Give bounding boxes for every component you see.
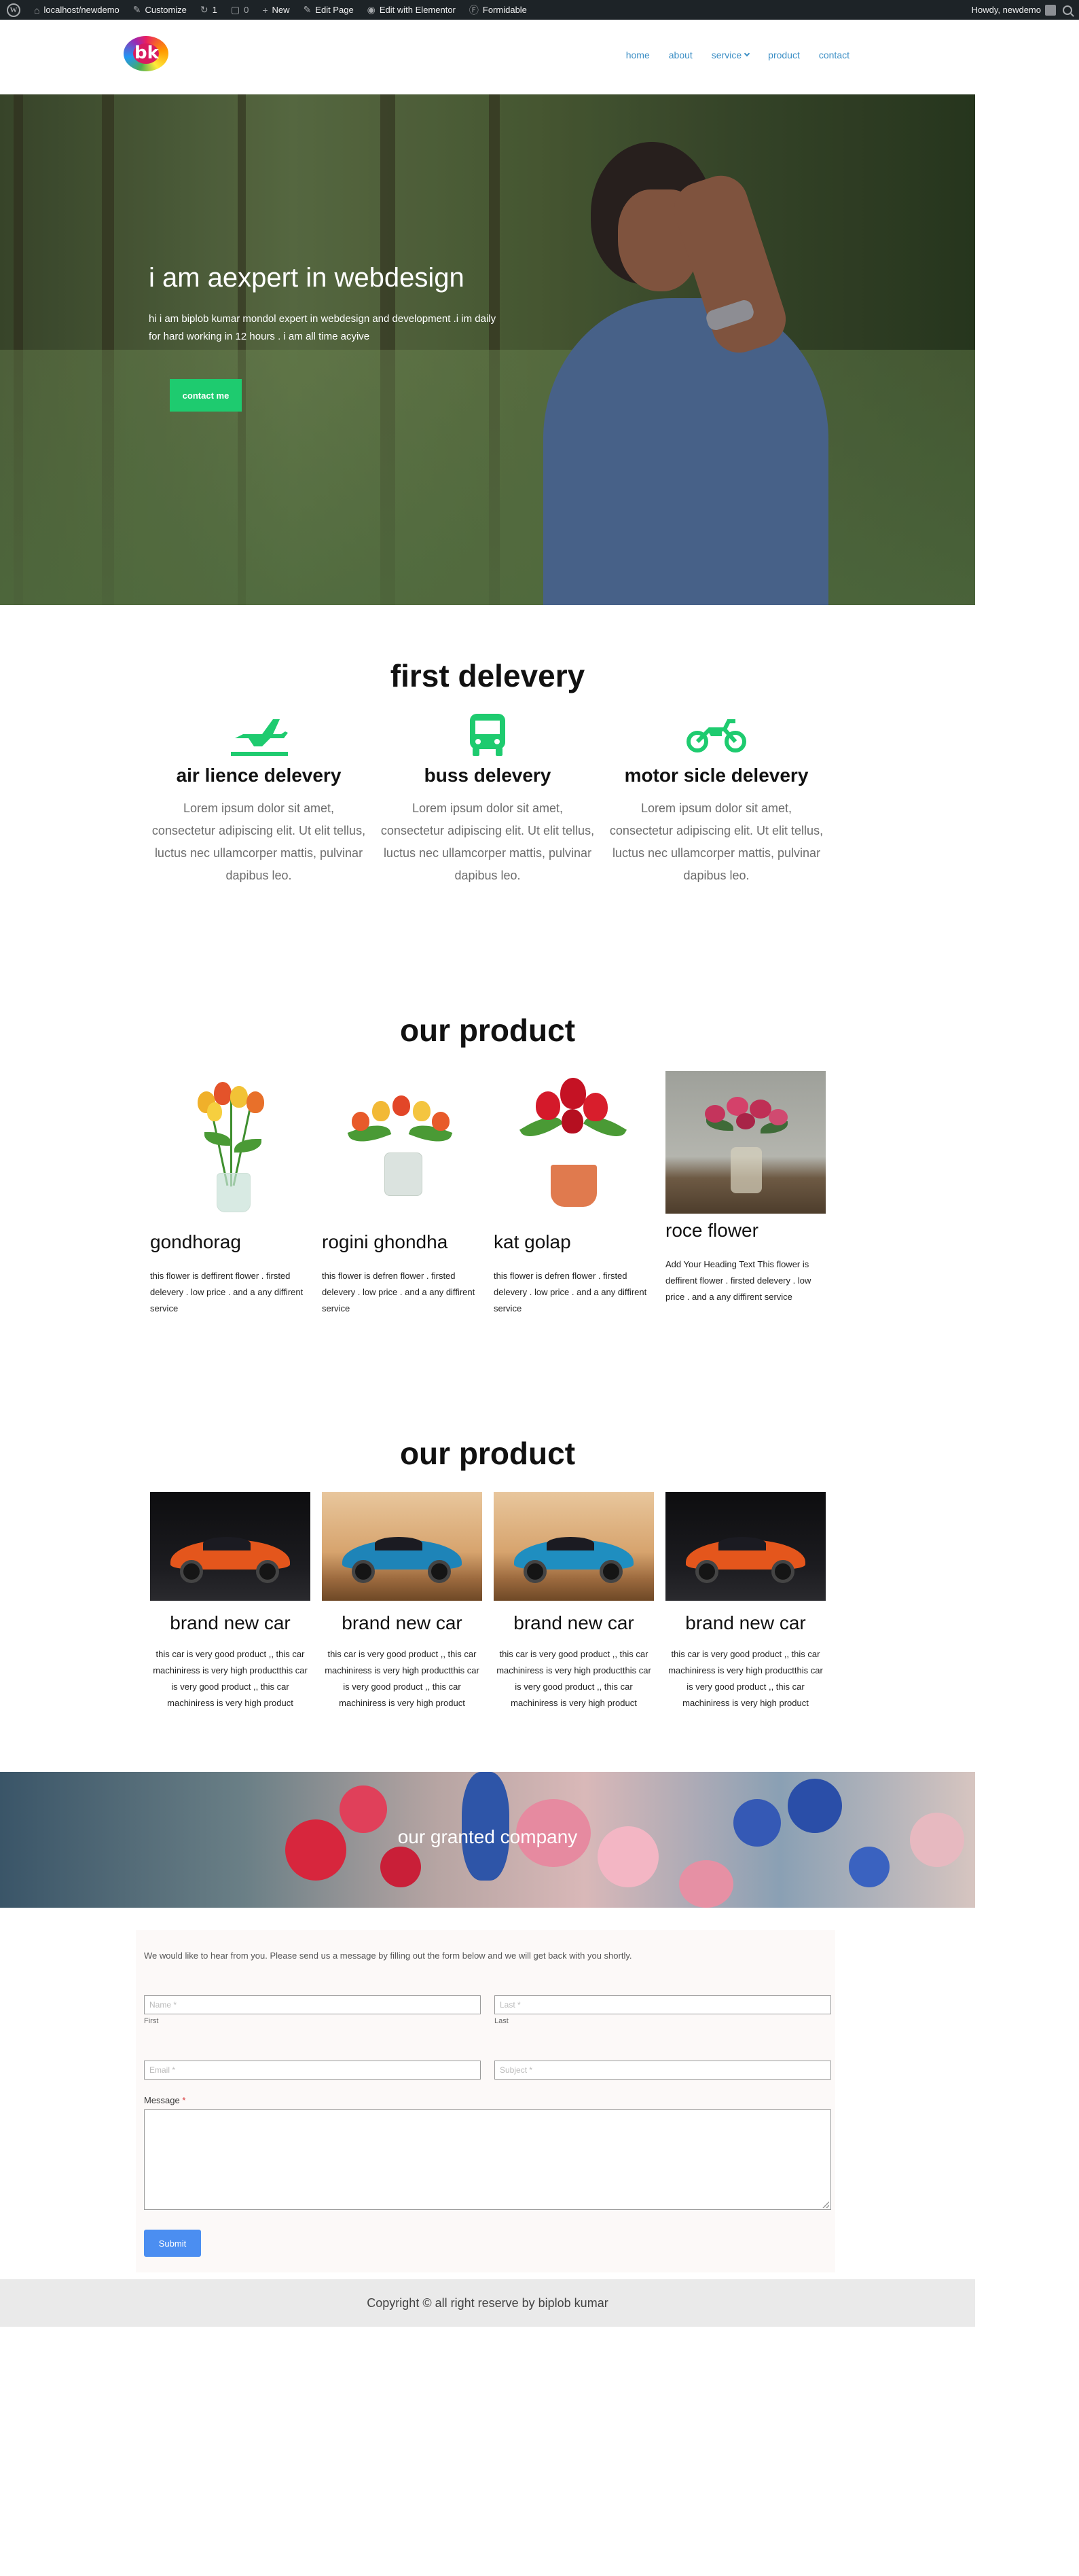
comment-icon: ▢ [230, 4, 240, 15]
nav-product[interactable]: product [768, 50, 800, 60]
nav-contact[interactable]: contact [819, 50, 849, 60]
car-image [494, 1492, 654, 1601]
formidable-link[interactable]: Ⓕ Formidable [462, 0, 534, 20]
last-name-field[interactable]: Last * [494, 1995, 831, 2014]
product-name: rogini ghondha [322, 1231, 448, 1252]
product-image [494, 1071, 654, 1214]
car-desc: this car is very good product ,, this ca… [668, 1649, 823, 1708]
nav-service[interactable]: service [712, 50, 750, 60]
main-nav: home about service product contact [626, 50, 849, 60]
resize-handle-icon[interactable] [822, 2201, 829, 2208]
delivery-card-title: buss delevery [424, 765, 551, 786]
hero-title: i am aexpert in webdesign [149, 263, 464, 293]
wordpress-logo-icon: W [7, 3, 20, 17]
logo-text: bk [134, 43, 159, 63]
email-field[interactable]: Email * [144, 2061, 481, 2080]
product-name: roce flower [665, 1220, 758, 1241]
banner-title: our granted company [397, 1826, 578, 1847]
required-mark: * [182, 2095, 186, 2105]
contact-me-button[interactable]: contact me [170, 379, 242, 412]
car-desc: this car is very good product ,, this ca… [153, 1649, 308, 1708]
car-title: brand new car [513, 1612, 634, 1633]
updates-link[interactable]: ↻ 1 [194, 0, 224, 20]
comments-link[interactable]: ▢ 0 [224, 0, 255, 20]
delivery-card: air lience delevery Lorem ipsum dolor si… [150, 712, 367, 887]
delivery-title: first delevery [390, 658, 585, 693]
home-icon: ⌂ [34, 4, 40, 16]
motorcycle-icon [608, 712, 825, 758]
elementor-icon: ◉ [367, 4, 376, 15]
brush-icon: ✎ [132, 4, 141, 15]
car-title: brand new car [685, 1612, 806, 1633]
edit-elementor-link[interactable]: ◉ Edit with Elementor [361, 0, 462, 20]
product-desc: this flower is deffirent flower . firste… [150, 1271, 304, 1313]
bus-icon [379, 712, 596, 758]
customize-link[interactable]: ✎ Customize [126, 0, 194, 20]
delivery-card-text: Lorem ipsum dolor sit amet, consectetur … [609, 801, 824, 882]
hero-text: hi i am biplob kumar mondol expert in we… [149, 313, 496, 342]
delivery-card-title: motor sicle delevery [624, 765, 809, 786]
car-image [150, 1492, 310, 1601]
formidable-icon: Ⓕ [469, 4, 479, 16]
nav-about[interactable]: about [669, 50, 693, 60]
delivery-card: motor sicle delevery Lorem ipsum dolor s… [608, 712, 825, 887]
first-name-field[interactable]: Name * [144, 1995, 481, 2014]
submit-button[interactable]: Submit [144, 2230, 201, 2257]
copyright-text: Copyright © all right reserve by biplob … [367, 2296, 608, 2310]
plane-icon [150, 712, 367, 758]
product-desc: this flower is defren flower . firsted d… [322, 1271, 475, 1313]
hero-section: i am aexpert in webdesign hi i am biplob… [0, 94, 975, 605]
message-textarea[interactable] [144, 2109, 831, 2210]
account-menu[interactable]: Howdy, newdemo [972, 0, 1056, 20]
product-desc: Add Your Heading Text This flower is def… [665, 1259, 811, 1302]
pencil-icon: ✎ [303, 4, 312, 15]
last-name-sublabel: Last [494, 2017, 509, 2025]
avatar [1045, 4, 1056, 16]
form-intro: We would like to hear from you. Please s… [144, 1951, 632, 1961]
car-image [665, 1492, 826, 1601]
subject-field[interactable]: Subject * [494, 2061, 831, 2080]
nav-home[interactable]: home [626, 50, 650, 60]
products-title: our product [399, 1013, 576, 1048]
delivery-card-title: air lience delevery [176, 765, 342, 786]
admin-bar: W ⌂ localhost/newdemo ✎ Customize ↻ 1 ▢ … [0, 0, 1079, 20]
delivery-card-text: Lorem ipsum dolor sit amet, consectetur … [380, 801, 595, 882]
cars-title: our product [399, 1436, 576, 1471]
car-desc: this car is very good product ,, this ca… [325, 1649, 479, 1708]
product-image [665, 1071, 826, 1214]
product-image [322, 1071, 482, 1214]
car-image [322, 1492, 482, 1601]
site-logo[interactable]: bk [120, 36, 174, 101]
car-desc: this car is very good product ,, this ca… [496, 1649, 651, 1708]
first-name-sublabel: First [144, 2017, 159, 2025]
product-desc: this flower is defren flower . firsted d… [494, 1271, 647, 1313]
car-title: brand new car [170, 1612, 291, 1633]
product-image [150, 1071, 310, 1214]
delivery-card: buss delevery Lorem ipsum dolor sit amet… [379, 712, 596, 887]
chevron-down-icon [744, 50, 750, 57]
new-content-link[interactable]: + New [255, 0, 296, 20]
message-label: Message * [144, 2095, 186, 2105]
product-name: kat golap [494, 1231, 571, 1252]
delivery-card-text: Lorem ipsum dolor sit amet, consectetur … [151, 801, 366, 882]
site-header: bk home about service product contact [0, 20, 975, 101]
updates-icon: ↻ [200, 4, 208, 15]
contact-form: We would like to hear from you. Please s… [136, 1930, 835, 2272]
site-footer: Copyright © all right reserve by biplob … [0, 2279, 975, 2327]
car-title: brand new car [342, 1612, 462, 1633]
site-name-link[interactable]: ⌂ localhost/newdemo [27, 0, 126, 20]
edit-page-link[interactable]: ✎ Edit Page [297, 0, 361, 20]
banner-section: our granted company [0, 1772, 975, 1908]
product-name: gondhorag [150, 1231, 241, 1252]
wordpress-menu[interactable]: W [0, 0, 27, 20]
plus-icon: + [262, 4, 268, 16]
search-icon[interactable] [1063, 5, 1072, 15]
